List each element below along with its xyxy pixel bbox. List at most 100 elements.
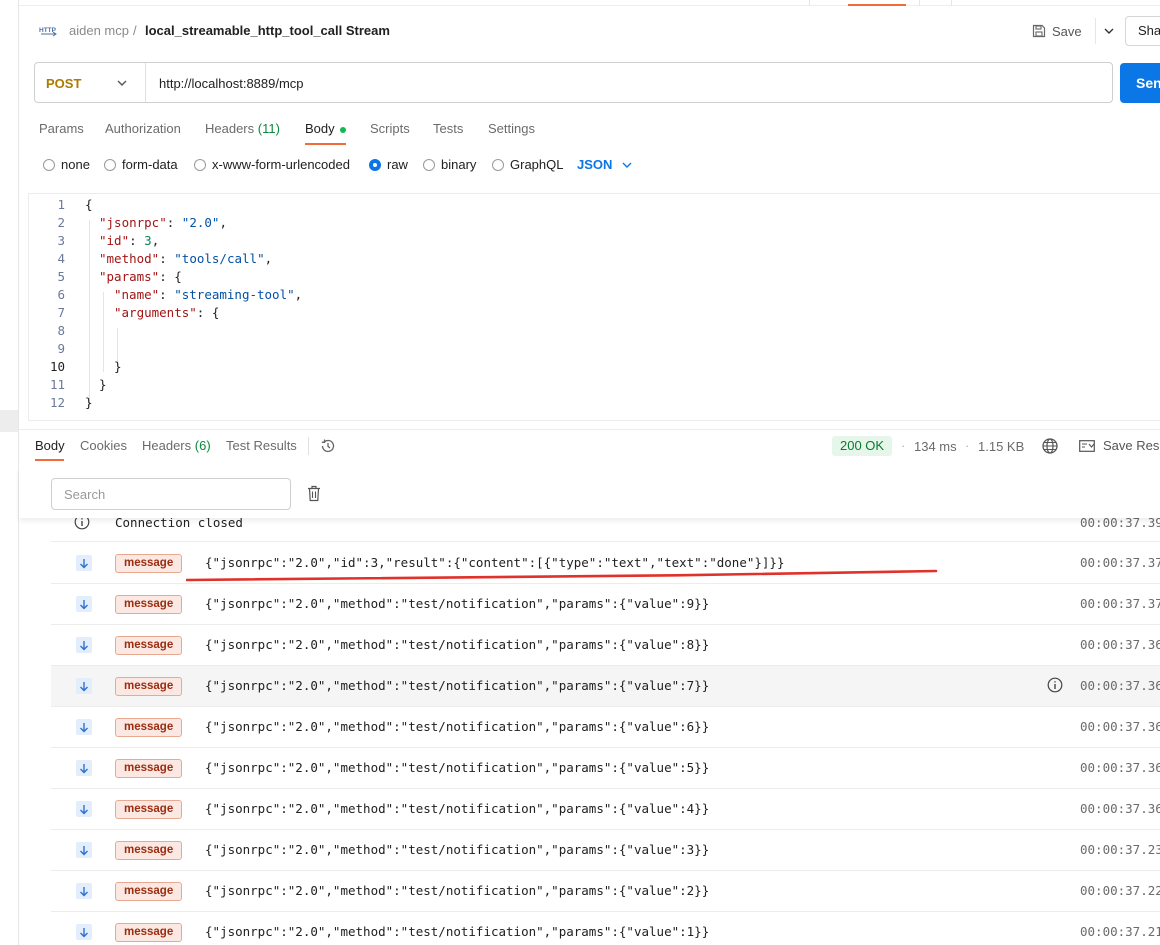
response-tab-body[interactable]: Body [35, 438, 65, 453]
history-icon[interactable] [319, 437, 337, 455]
status-badge[interactable]: 200 OK [832, 436, 893, 456]
stream-row-message[interactable]: message {"jsonrpc":"2.0","method":"test/n… [51, 748, 1160, 789]
response-tab-cookies[interactable]: Cookies [80, 438, 127, 453]
radio-raw[interactable]: raw [369, 157, 408, 172]
save-response-button[interactable]: Save Resp [1079, 438, 1160, 453]
tab-scripts[interactable]: Scripts [370, 121, 410, 136]
tab-label: Headers [205, 121, 255, 136]
response-size[interactable]: 1.15 KB [978, 439, 1024, 454]
message-badge: message [115, 677, 183, 696]
message-badge: message [115, 554, 183, 573]
radio-label: raw [387, 157, 408, 172]
stream-row-message[interactable]: message {"jsonrpc":"2.0","method":"test/n… [51, 707, 1160, 748]
tab-settings[interactable]: Settings [488, 121, 535, 136]
timestamp: 00:00:37.369 [1080, 719, 1160, 734]
stream-row-message[interactable]: message {"jsonrpc":"2.0","id":3,"result":… [51, 543, 1160, 584]
chevron-down-icon [1104, 28, 1113, 34]
search-bar [19, 468, 1160, 518]
body-modified-dot [339, 126, 346, 133]
trash-icon[interactable] [307, 485, 321, 502]
info-icon[interactable] [1047, 677, 1063, 693]
meta-separator: · [965, 438, 970, 453]
indent-guide [103, 292, 104, 372]
radio-label: x-www-form-urlencoded [212, 157, 350, 172]
globe-icon[interactable] [1041, 437, 1059, 455]
message-payload: {"jsonrpc":"2.0","id":3,"result":{"conte… [205, 555, 785, 570]
stream-row-message[interactable]: message {"jsonrpc":"2.0","method":"test/n… [51, 789, 1160, 830]
breadcrumb-collection[interactable]: aiden mcp [69, 23, 129, 38]
arrow-down-icon [76, 596, 92, 612]
line-number: 8 [57, 323, 65, 338]
arrow-down-icon [76, 801, 92, 817]
arrow-down-icon [76, 760, 92, 776]
radio-form-data[interactable]: form-data [104, 157, 178, 172]
tab-authorization[interactable]: Authorization [105, 121, 181, 136]
active-tab-underline [305, 143, 346, 145]
send-button[interactable]: Sen [1120, 63, 1160, 103]
tab-headers[interactable]: Headers (11) [205, 121, 280, 136]
search-input[interactable] [51, 478, 291, 510]
request-title[interactable]: local_streamable_http_tool_call Stream [145, 23, 390, 38]
message-payload: {"jsonrpc":"2.0","method":"test/notifica… [205, 637, 710, 652]
radio-binary[interactable]: binary [423, 157, 476, 172]
radio-x-www-form-urlencoded[interactable]: x-www-form-urlencoded [194, 157, 350, 172]
save-response-label: Save Resp [1103, 438, 1160, 453]
line-number: 3 [57, 233, 65, 248]
message-badge: message [115, 718, 183, 737]
line-number: 1 [57, 197, 65, 212]
tab-tests[interactable]: Tests [433, 121, 463, 136]
chevron-down-icon[interactable] [117, 76, 127, 90]
timestamp: 00:00:37.369 [1080, 637, 1160, 652]
radio-circle [369, 158, 381, 171]
url-bar: POST http://localhost:8889/mcp [34, 62, 1113, 103]
tab-label: Params [39, 121, 84, 136]
message-badge: message [115, 800, 183, 819]
message-badge: message [115, 841, 183, 860]
radio-circle [104, 158, 116, 171]
save-options-button[interactable] [1095, 18, 1121, 44]
timestamp: 00:00:37.217 [1080, 924, 1160, 939]
request-header: HTTP aiden mcp / local_streamable_http_t… [19, 6, 1160, 54]
response-tab-headers[interactable]: Headers (6) [142, 438, 211, 453]
tab-params[interactable]: Params [39, 121, 84, 136]
stream-row-message[interactable]: message {"jsonrpc":"2.0","method":"test/n… [51, 830, 1160, 871]
stream-row-message[interactable]: message {"jsonrpc":"2.0","method":"test/n… [51, 625, 1160, 666]
message-badge: message [115, 923, 183, 942]
response-time[interactable]: 134 ms [914, 439, 957, 454]
save-label: Save [1052, 23, 1082, 39]
url-input[interactable]: http://localhost:8889/mcp [159, 76, 304, 91]
timestamp: 00:00:37.369 [1080, 801, 1160, 816]
tab-label: Scripts [370, 121, 410, 136]
code-line: } [99, 377, 107, 392]
line-number: 4 [57, 251, 65, 266]
stream-row-message[interactable]: message {"jsonrpc":"2.0","method":"test/n… [51, 584, 1160, 625]
radio-graphql[interactable]: GraphQL [492, 157, 563, 172]
code-editor[interactable]: 1 2 3 4 5 6 7 8 9 10 11 12 { "jsonrpc": … [28, 193, 1160, 421]
radio-none[interactable]: none [43, 157, 90, 172]
chevron-down-icon [622, 162, 632, 168]
response-tab-test-results[interactable]: Test Results [226, 438, 297, 453]
tab-label: Headers [142, 438, 192, 453]
active-tab-underline [35, 459, 64, 461]
format-select[interactable]: JSON [577, 157, 632, 172]
tab-body[interactable]: Body [305, 121, 346, 136]
tab-label: Settings [488, 121, 535, 136]
stream-row-message[interactable]: message {"jsonrpc":"2.0","method":"test/n… [51, 912, 1160, 945]
save-button[interactable]: Save [1032, 20, 1082, 42]
method-select[interactable]: POST [46, 76, 81, 91]
radio-label: GraphQL [510, 157, 564, 172]
format-label: JSON [577, 157, 613, 172]
divider [308, 437, 309, 455]
stream-row-message[interactable]: message {"jsonrpc":"2.0","method":"test/n… [51, 666, 1160, 707]
timestamp: 00:00:37.369 [1080, 760, 1160, 775]
message-payload: {"jsonrpc":"2.0","method":"test/notifica… [205, 924, 710, 939]
message-payload: {"jsonrpc":"2.0","method":"test/notifica… [205, 801, 710, 816]
stream-row-message[interactable]: message {"jsonrpc":"2.0","method":"test/n… [51, 871, 1160, 912]
line-number: 10 [49, 359, 65, 374]
sidebar-active-marker [0, 410, 18, 432]
save-response-icon [1079, 439, 1095, 452]
tab-label: Cookies [80, 438, 127, 453]
meta-separator: · [901, 438, 906, 453]
headers-count: (6) [194, 438, 211, 453]
share-button[interactable]: Sha [1125, 16, 1160, 46]
